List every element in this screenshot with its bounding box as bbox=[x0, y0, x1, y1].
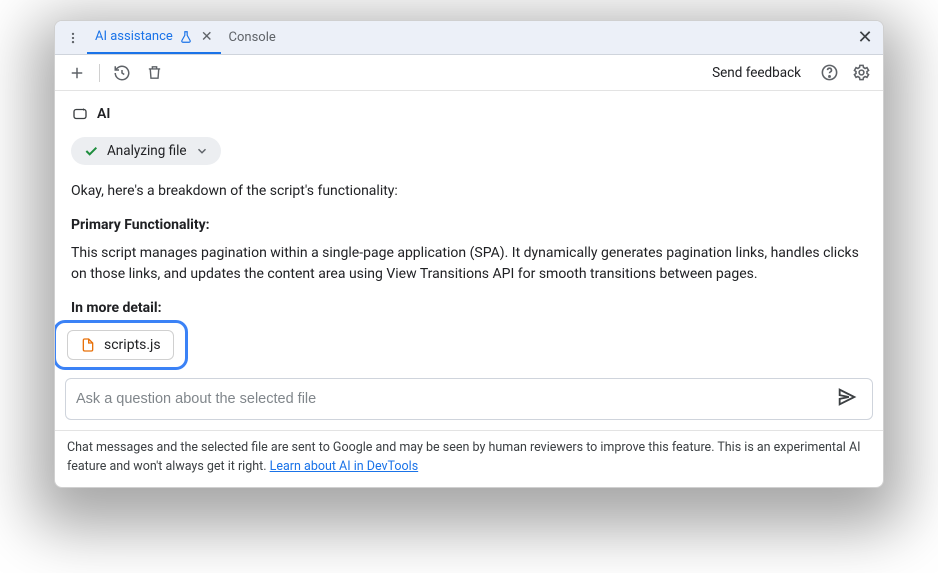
status-chip[interactable]: Analyzing file bbox=[71, 137, 221, 165]
file-icon bbox=[80, 337, 96, 353]
toolbar-separator bbox=[99, 64, 100, 82]
file-chip-highlight: scripts.js bbox=[59, 326, 182, 364]
new-chat-button[interactable] bbox=[65, 61, 89, 85]
tab-console-label: Console bbox=[229, 30, 276, 45]
tab-menu-button[interactable] bbox=[63, 28, 83, 48]
chevron-down-icon bbox=[195, 144, 209, 158]
help-button[interactable] bbox=[817, 61, 841, 85]
ai-sparkle-icon bbox=[71, 105, 89, 123]
ai-label: AI bbox=[97, 106, 110, 122]
file-chip-label: scripts.js bbox=[104, 337, 161, 353]
settings-button[interactable] bbox=[849, 61, 873, 85]
history-button[interactable] bbox=[110, 61, 134, 85]
toolbar: Send feedback bbox=[55, 55, 883, 91]
tab-strip: AI assistance ✕ Console ✕ bbox=[55, 21, 883, 55]
disclaimer-text: Chat messages and the selected file are … bbox=[67, 440, 861, 474]
heading-detail: In more detail: bbox=[71, 300, 867, 316]
devtools-panel: AI assistance ✕ Console ✕ Send feedback bbox=[54, 20, 884, 488]
paragraph-primary: This script manages pagination within a … bbox=[71, 243, 867, 286]
chat-input-row bbox=[65, 378, 873, 420]
learn-more-link[interactable]: Learn about AI in DevTools bbox=[270, 459, 419, 474]
chat-input[interactable] bbox=[76, 391, 832, 407]
file-chip[interactable]: scripts.js bbox=[67, 330, 174, 360]
chat-content: AI Analyzing file Okay, here's a breakdo… bbox=[55, 91, 883, 372]
ai-header-row: AI bbox=[71, 105, 867, 123]
tab-ai-assistance[interactable]: AI assistance ✕ bbox=[87, 21, 221, 54]
check-icon bbox=[83, 143, 99, 159]
tab-console[interactable]: Console bbox=[221, 21, 284, 54]
tab-ai-close[interactable]: ✕ bbox=[201, 29, 213, 45]
heading-primary: Primary Functionality: bbox=[71, 217, 867, 233]
send-button[interactable] bbox=[832, 382, 862, 416]
delete-button[interactable] bbox=[142, 61, 166, 85]
send-feedback-link[interactable]: Send feedback bbox=[712, 65, 801, 81]
tab-ai-label: AI assistance bbox=[95, 29, 173, 44]
intro-text: Okay, here's a breakdown of the script's… bbox=[71, 181, 867, 203]
disclaimer-footer: Chat messages and the selected file are … bbox=[55, 430, 883, 487]
status-chip-label: Analyzing file bbox=[107, 143, 187, 159]
flask-icon bbox=[179, 30, 193, 44]
panel-close-button[interactable]: ✕ bbox=[851, 27, 879, 48]
